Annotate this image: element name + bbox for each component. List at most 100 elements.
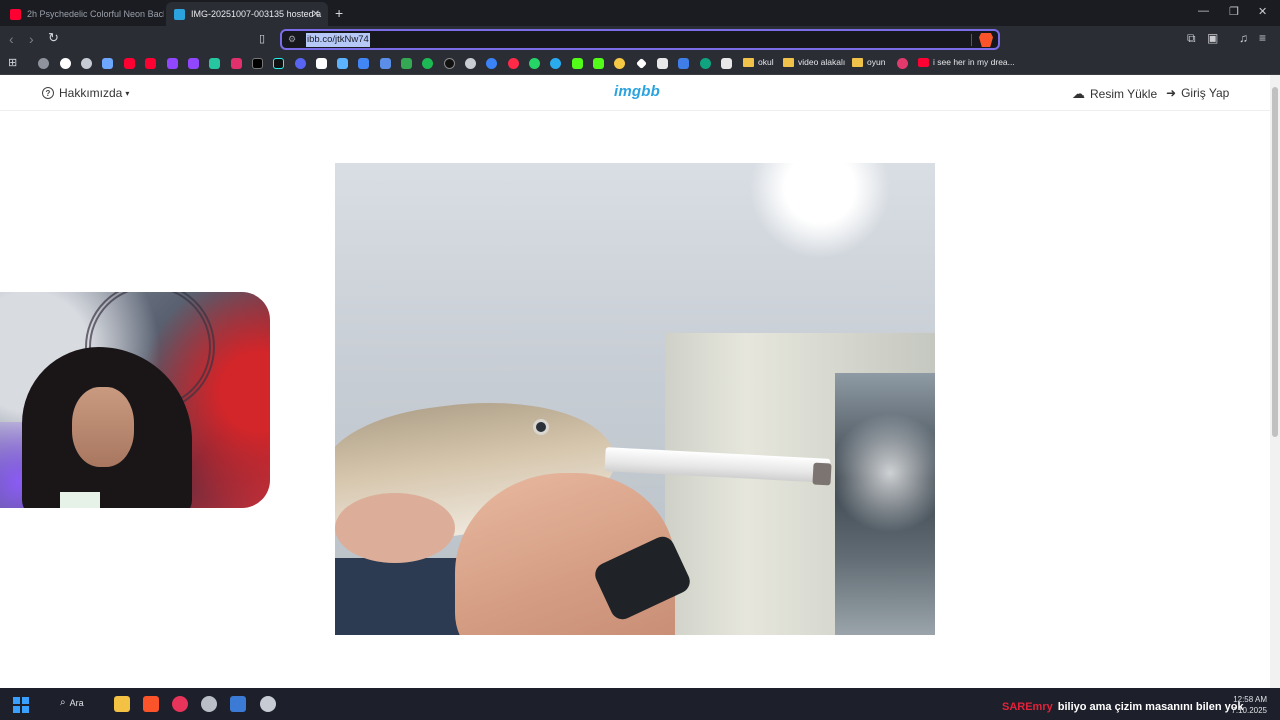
address-bar[interactable]: ⚙ ibb.co/jtkNw74 [280, 29, 1000, 50]
app-icon[interactable] [721, 58, 732, 69]
twitch-dashboard-icon[interactable] [188, 58, 199, 69]
webpage: ? Hakkımızda ▾ imgbb ☁ Resim Yükle ➜ Gir… [0, 75, 1270, 688]
image-fish-eye [533, 419, 549, 435]
extensions-icon[interactable]: ⧉ [1187, 31, 1196, 46]
app-icon[interactable] [508, 58, 519, 69]
about-label: Hakkımızda [59, 86, 123, 100]
photos-icon[interactable] [230, 696, 246, 712]
kick-dashboard-icon[interactable] [593, 58, 604, 69]
webcam-overlay [0, 292, 270, 508]
instagram-icon[interactable] [231, 58, 242, 69]
sign-in-icon: ➜ [1166, 86, 1177, 100]
translate-icon[interactable] [358, 58, 369, 69]
github-icon[interactable] [465, 58, 476, 69]
browser-toolbar: ‹ › ↻ ▯ ⚙ ibb.co/jtkNw74 ⧉ ▣ ♫ ≡ [0, 26, 1280, 53]
app-icon[interactable] [337, 58, 348, 69]
drive-icon[interactable] [401, 58, 412, 69]
telegram-icon[interactable] [550, 58, 561, 69]
kick-icon[interactable] [572, 58, 583, 69]
windows-start-icon[interactable] [13, 697, 29, 713]
app-icon[interactable] [209, 58, 220, 69]
app-icon[interactable] [380, 58, 391, 69]
bookmark-label: okul [758, 57, 774, 67]
stream-ticker: SAREmry biliyo ama çizim masanını bilen y… [1002, 701, 1244, 713]
app-icon[interactable] [486, 58, 497, 69]
music-icon[interactable]: ♫ [1239, 31, 1248, 45]
bookmarks-bar: ⊞ okul video alakalı oyun i see her in m… [0, 53, 1280, 75]
app-icon[interactable] [678, 58, 689, 69]
menu-icon[interactable]: ≡ [1259, 31, 1266, 45]
hosted-image[interactable] [335, 163, 935, 635]
youtube-studio-icon[interactable] [145, 58, 156, 69]
app-icon[interactable] [897, 58, 908, 69]
folder-icon [783, 57, 794, 67]
whatsapp-icon[interactable] [529, 58, 540, 69]
app-icon[interactable] [700, 58, 711, 69]
site-settings-icon[interactable]: ⚙ [288, 34, 296, 45]
upload-button[interactable]: ☁ Resim Yükle [1072, 86, 1157, 102]
brave-shields-icon[interactable] [979, 33, 993, 47]
tab-youtube[interactable]: 2h Psychedelic Colorful Neon Backgr [2, 2, 164, 26]
tab-imgbb[interactable]: IMG-20251007-003135 hosted a ✕ [166, 2, 328, 26]
apps-icon[interactable]: ⊞ [8, 56, 19, 69]
media-player-icon[interactable] [172, 696, 188, 712]
imgbb-icon [174, 8, 185, 20]
ticker-user: SAREmry [1002, 701, 1053, 713]
app-icon[interactable] [636, 58, 647, 69]
google-icon[interactable] [60, 58, 71, 69]
webcam-face [72, 387, 134, 467]
close-window-icon[interactable]: ✕ [1258, 5, 1267, 18]
bookmark-youtube-video[interactable]: i see her in my drea... [918, 57, 1015, 67]
tiktok-icon[interactable] [273, 58, 284, 69]
page-scrollbar[interactable] [1270, 75, 1280, 688]
search-icon: ⌕ [60, 697, 66, 708]
taskbar: ⌕ Ara SAREmry biliyo ama çizim masanını b… [0, 688, 1280, 720]
restore-icon[interactable]: ❐ [1229, 5, 1239, 18]
twitch-icon[interactable] [167, 58, 178, 69]
clock-time: 12:58 AM [1233, 695, 1267, 704]
wallet-icon[interactable]: ▣ [1207, 31, 1218, 45]
forward-icon[interactable]: › [29, 31, 34, 47]
bookmark-folder-okul[interactable]: okul [743, 57, 774, 67]
back-icon[interactable]: ‹ [9, 31, 14, 47]
reload-icon[interactable]: ↻ [48, 30, 59, 46]
x-icon[interactable] [252, 58, 263, 69]
youtube-icon[interactable] [124, 58, 135, 69]
app-icon[interactable] [444, 58, 455, 69]
tab-title: 2h Psychedelic Colorful Neon Backgr [27, 9, 164, 19]
file-explorer-icon[interactable] [114, 696, 130, 712]
steam-icon[interactable] [260, 696, 276, 712]
new-tab-button[interactable]: + [335, 5, 343, 21]
login-button[interactable]: ➜ Giriş Yap [1166, 86, 1229, 100]
chatgpt-icon[interactable] [81, 58, 92, 69]
site-header: ? Hakkımızda ▾ imgbb ☁ Resim Yükle ➜ Gir… [0, 75, 1270, 111]
about-menu[interactable]: ? Hakkımızda ▾ [42, 86, 129, 100]
question-icon: ? [42, 87, 54, 99]
obs-icon[interactable] [201, 696, 217, 712]
scrollbar-thumb[interactable] [1272, 87, 1278, 437]
url-text[interactable]: ibb.co/jtkNw74 [306, 33, 370, 47]
taskbar-search[interactable]: ⌕ Ara [60, 697, 84, 708]
ticker-text: biliyo ama çizim masanını bilen yok [1057, 701, 1244, 713]
history-icon[interactable] [38, 58, 49, 69]
divider [971, 34, 972, 46]
brave-browser-icon[interactable] [143, 696, 159, 712]
bookmark-icon[interactable]: ▯ [259, 32, 265, 45]
capcut-icon[interactable] [316, 58, 327, 69]
caret-down-icon: ▾ [125, 88, 130, 98]
gemini-icon[interactable] [102, 58, 113, 69]
bookmark-folder-video[interactable]: video alakalı [783, 57, 845, 67]
minimize-icon[interactable]: — [1198, 5, 1209, 17]
discord-icon[interactable] [295, 58, 306, 69]
system-clock[interactable]: 12:58 AM 7.10.2025 [1231, 694, 1267, 716]
folder-icon [743, 57, 754, 67]
site-logo[interactable]: imgbb [614, 83, 660, 100]
app-icon[interactable] [657, 58, 668, 69]
bookmark-folder-oyun[interactable]: oyun [852, 57, 885, 67]
close-tab-icon[interactable]: ✕ [312, 9, 320, 20]
bookmark-label: video alakalı [798, 57, 846, 67]
spotify-icon[interactable] [422, 58, 433, 69]
cloud-upload-icon: ☁ [1072, 86, 1085, 101]
app-icon[interactable] [614, 58, 625, 69]
youtube-icon [10, 8, 21, 20]
